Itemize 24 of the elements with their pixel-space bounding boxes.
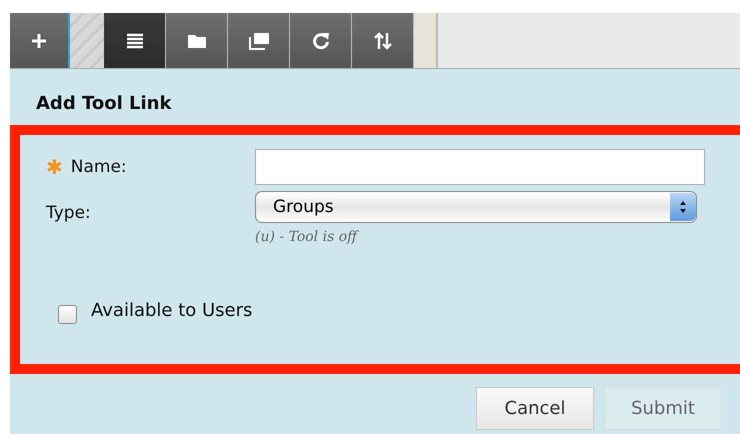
toolbar-button[interactable] bbox=[352, 13, 414, 68]
field-label: Type: bbox=[46, 203, 91, 223]
required-icon: ✱ bbox=[46, 157, 63, 177]
list-icon bbox=[126, 32, 144, 48]
field-label: Name: bbox=[70, 157, 127, 177]
hint-text: (u) - Tool is off bbox=[255, 229, 360, 245]
checkbox-label: Available to Users bbox=[91, 300, 252, 321]
action-button[interactable]: Cancel bbox=[476, 387, 594, 430]
checkbox[interactable] bbox=[58, 305, 77, 324]
plus-icon bbox=[31, 32, 47, 48]
type-dropdown[interactable]: Groups bbox=[255, 191, 697, 223]
toolbar-button[interactable] bbox=[104, 13, 166, 68]
folder-icon bbox=[186, 32, 206, 48]
toolbar-end-strip bbox=[414, 13, 438, 68]
toolbar-button[interactable] bbox=[290, 13, 352, 68]
windows-icon bbox=[248, 32, 270, 50]
stepper-icon bbox=[679, 200, 687, 214]
toolbar-button[interactable] bbox=[166, 13, 228, 68]
sort-icon bbox=[372, 32, 392, 50]
panel-title: Add Tool Link bbox=[35, 92, 173, 116]
refresh-icon bbox=[312, 32, 330, 50]
name-field[interactable] bbox=[255, 149, 705, 185]
toolbar-button[interactable] bbox=[10, 13, 70, 68]
toolbar-button[interactable] bbox=[228, 13, 290, 68]
